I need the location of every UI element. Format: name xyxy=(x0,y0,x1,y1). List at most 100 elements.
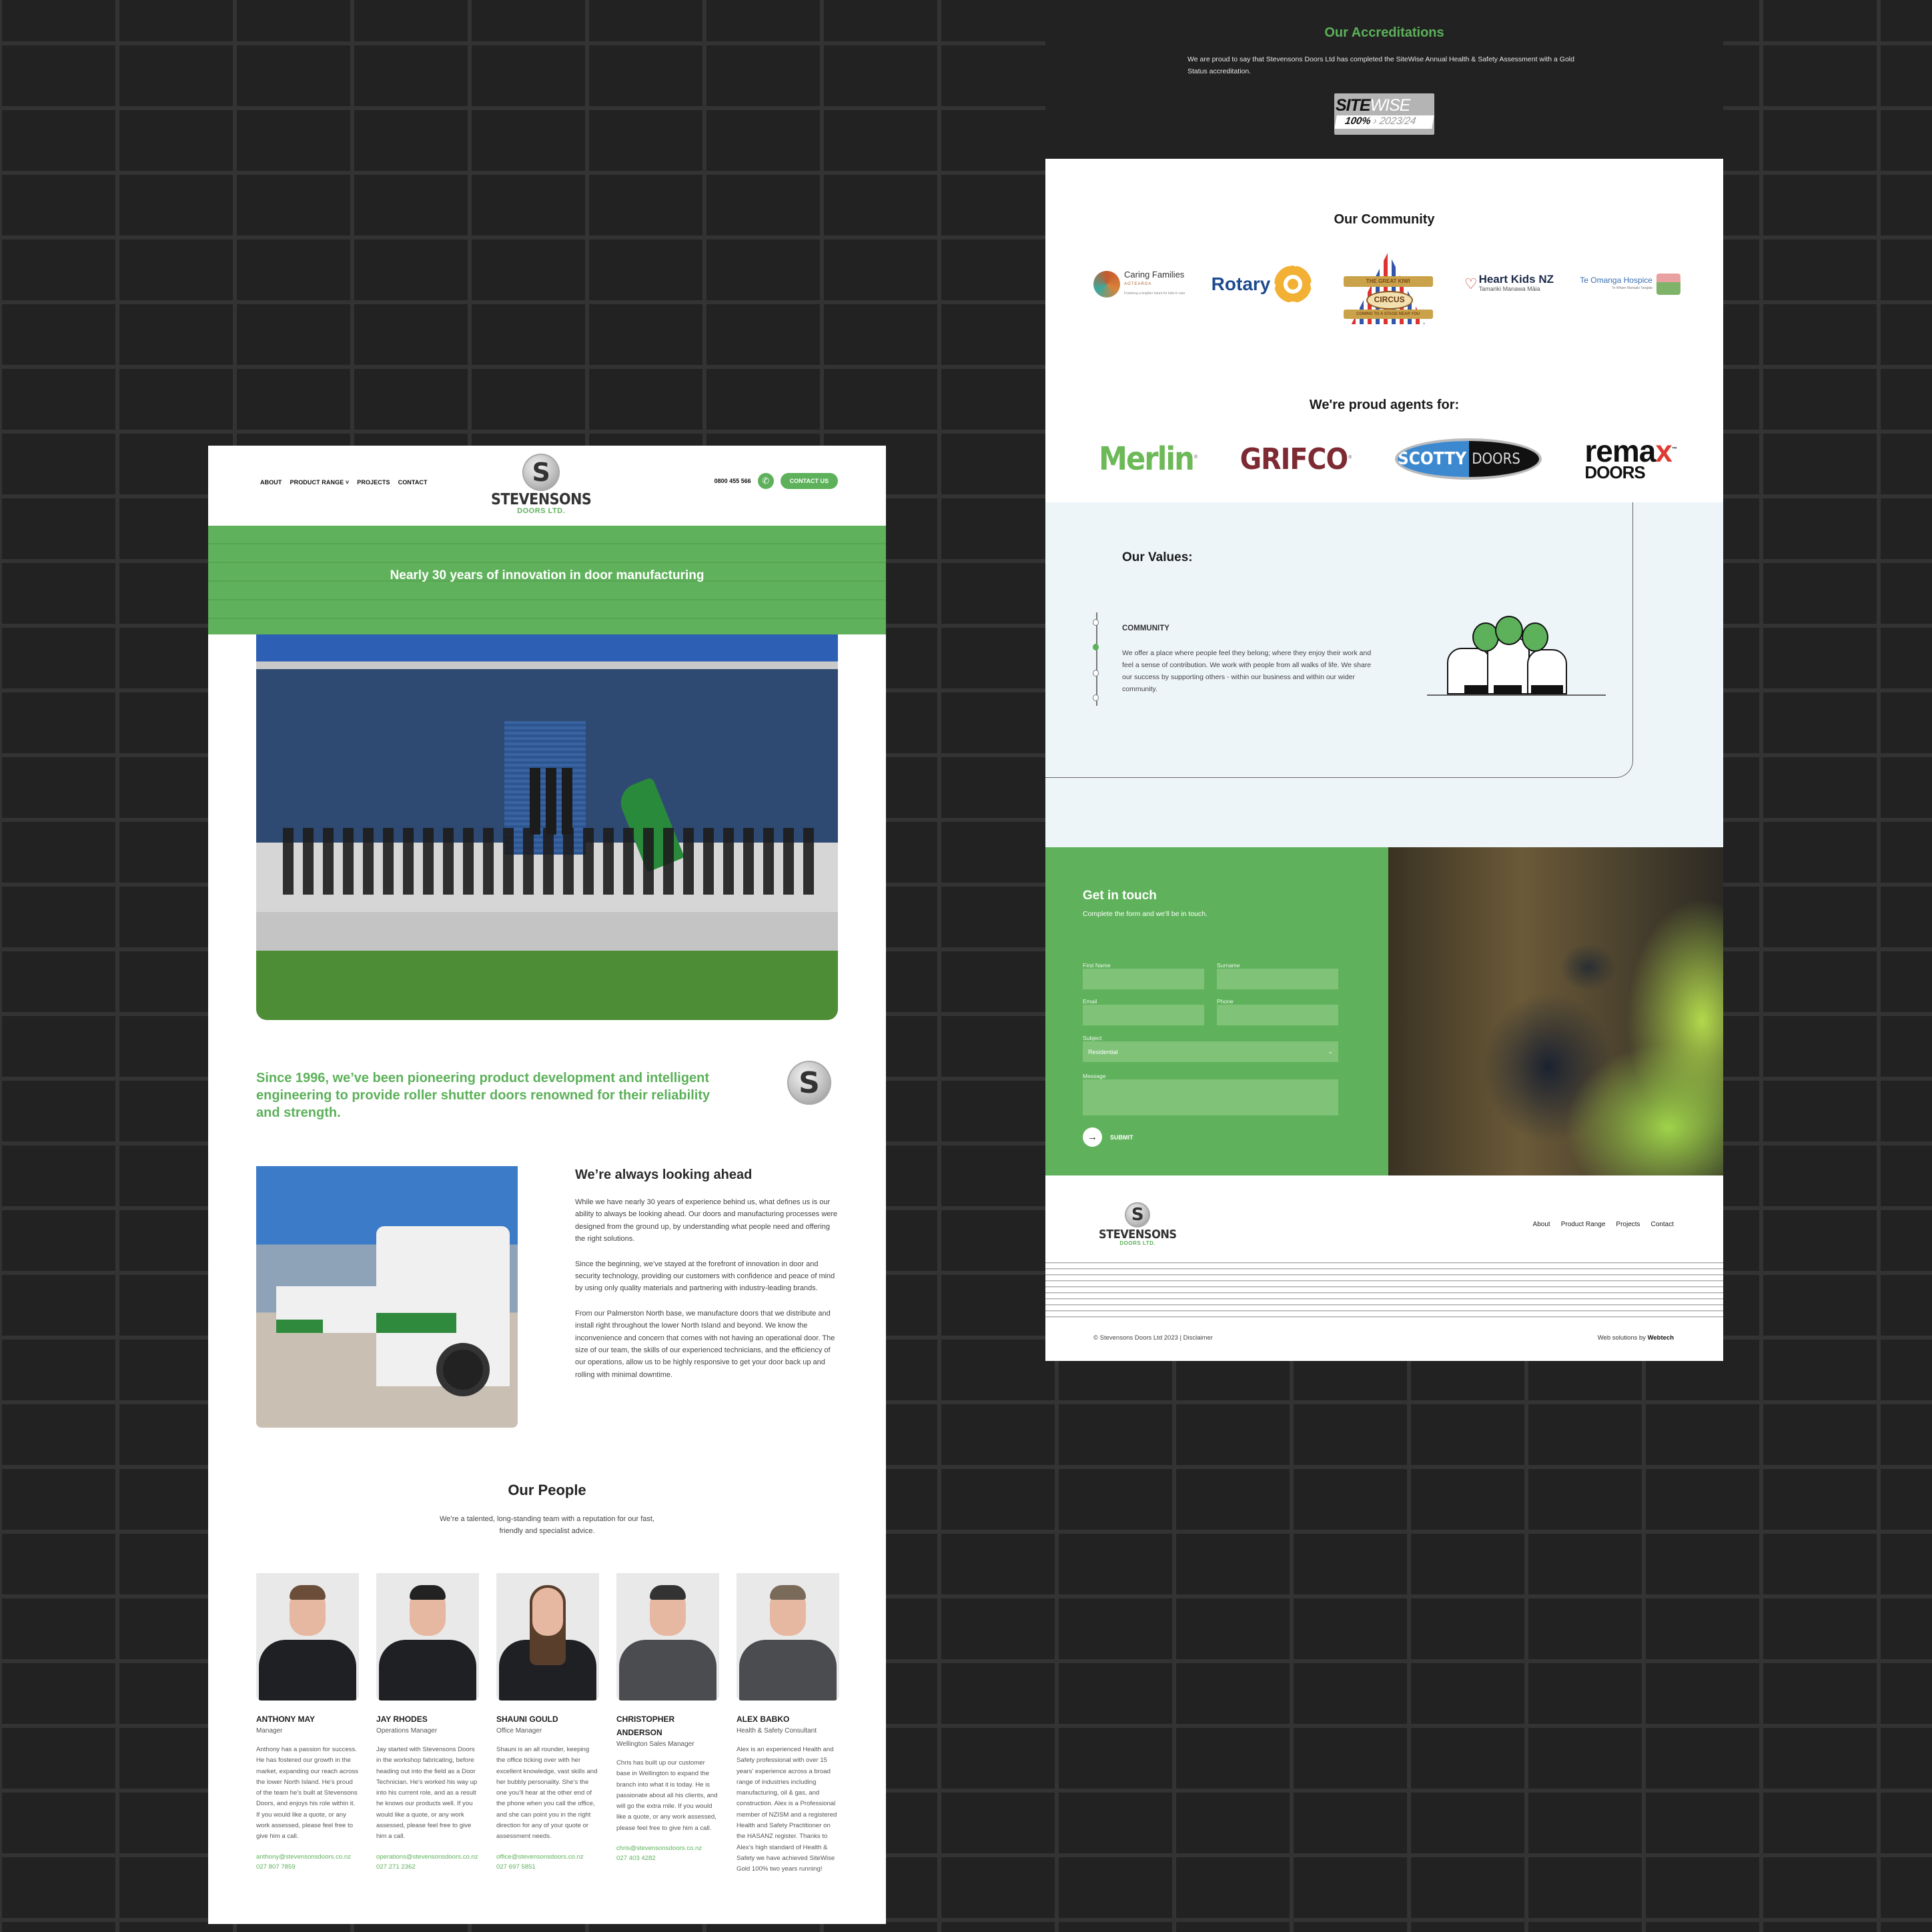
footer-decorative-lines xyxy=(1045,1262,1723,1318)
team-members-graphic xyxy=(530,768,576,835)
logo-subtitle: DOORS LTD. xyxy=(517,507,566,515)
te-omanga-hospice-logo[interactable]: Te Omanga Hospice Te Whare Manaaki Tanga… xyxy=(1580,274,1680,295)
person-phone-link[interactable]: 027 807 7859 xyxy=(256,1862,359,1872)
email-input[interactable] xyxy=(1083,1005,1204,1025)
about-page-right: Our Accreditations We are proud to say t… xyxy=(1045,0,1723,1361)
contact-title: Get in touch xyxy=(1083,889,1157,903)
logo-wordmark: STEVENSONS xyxy=(491,491,592,508)
nav-projects[interactable]: PROJECTS xyxy=(357,479,390,486)
phone-input[interactable] xyxy=(1217,1005,1338,1025)
about-page-left: ABOUT PRODUCT RANGE ˅ PROJECTS CONTACT S… xyxy=(208,446,886,1924)
logo-wordmark: STEVENSONS xyxy=(1099,1228,1177,1242)
credit-brand: Webtech xyxy=(1647,1334,1674,1342)
heart-kids-logo[interactable]: ♡ Heart Kids NZ Tamariki Manawa Māia xyxy=(1464,274,1554,294)
person-email-link[interactable]: operations@stevensonsdoors.co.nz xyxy=(376,1852,479,1862)
hospice-house-icon xyxy=(1656,274,1680,295)
timeline-step[interactable] xyxy=(1093,670,1099,676)
community-title: Our Community xyxy=(1334,212,1435,227)
contact-us-button[interactable]: CONTACT US xyxy=(780,473,838,489)
nav-about[interactable]: ABOUT xyxy=(260,479,282,486)
sitewise-badge: SITEWISE 100% › 2023/24 xyxy=(1334,93,1434,135)
person-phone-link[interactable]: 027 271 2362 xyxy=(376,1862,479,1872)
person-email-link[interactable]: office@stevensonsdoors.co.nz xyxy=(496,1852,599,1862)
person-name: ANTHONY MAY xyxy=(256,1715,316,1724)
footer-nav-projects[interactable]: Projects xyxy=(1616,1221,1640,1228)
looking-ahead-paragraph: Since the beginning, we’ve stayed at the… xyxy=(575,1260,835,1293)
te-omanga-sub: Te Whare Manaaki Tangata xyxy=(1612,286,1652,290)
person-card: CHRISTOPHER ANDERSON Wellington Sales Ma… xyxy=(616,1573,719,1875)
rotary-logo[interactable]: Rotary xyxy=(1212,266,1312,303)
person-portrait xyxy=(496,1573,599,1701)
footer-logo[interactable]: STEVENSONS DOORS LTD. xyxy=(1099,1202,1177,1246)
phone-icon[interactable]: ✆ xyxy=(757,473,774,489)
hero-title: Nearly 30 years of innovation in door ma… xyxy=(390,568,704,582)
first-name-input[interactable] xyxy=(1083,969,1204,989)
subject-select[interactable]: Residential ⌄ xyxy=(1083,1041,1338,1062)
submit-button[interactable]: → SUBMIT xyxy=(1083,1127,1133,1147)
header-actions: 0800 455 566 ✆ CONTACT US xyxy=(714,473,838,489)
nav-contact[interactable]: CONTACT xyxy=(398,479,428,486)
rotary-name: Rotary xyxy=(1211,274,1271,294)
caring-families-emblem-icon xyxy=(1093,271,1120,298)
person-portrait xyxy=(616,1573,719,1701)
person-name: JAY RHODES xyxy=(376,1715,428,1724)
looking-ahead-title: We’re always looking ahead xyxy=(575,1167,753,1182)
message-textarea[interactable] xyxy=(1083,1079,1338,1115)
person-name: ALEX BABKO xyxy=(737,1715,790,1724)
timeline-step-active[interactable] xyxy=(1093,644,1099,650)
person-role: Health & Safety Consultant xyxy=(737,1727,817,1735)
person-role: Office Manager xyxy=(496,1727,542,1735)
caring-families-text: Caring Families AOTEAROA Fostering a bri… xyxy=(1124,270,1185,298)
truck-stripe-graphic xyxy=(376,1313,456,1333)
trademark-mark: ™ xyxy=(1671,446,1677,452)
arrow-right-icon: → xyxy=(1083,1127,1102,1147)
site-logo[interactable]: STEVENSONS DOORS LTD. xyxy=(491,454,592,515)
submit-label: SUBMIT xyxy=(1110,1133,1133,1141)
logo-s-emblem-icon xyxy=(787,1061,831,1105)
te-omanga-name: Te Omanga Hospice xyxy=(1580,276,1652,285)
merlin-logo[interactable]: Merlin® xyxy=(1099,440,1198,478)
footer-credit[interactable]: Web solutions by Webtech xyxy=(1598,1334,1674,1342)
footer-nav-product-range[interactable]: Product Range xyxy=(1561,1221,1606,1228)
grifco-logo[interactable]: GRIFCO® xyxy=(1240,442,1353,476)
site-header: ABOUT PRODUCT RANGE ˅ PROJECTS CONTACT S… xyxy=(208,446,886,524)
scotty-doors-logo[interactable]: SCOTTY DOORS xyxy=(1394,438,1542,480)
person-email-link[interactable]: chris@stevensonsdoors.co.nz xyxy=(616,1843,719,1853)
person-portrait xyxy=(256,1573,359,1701)
person-portrait xyxy=(737,1573,839,1701)
caring-families-tagline: Fostering a brighter future for kids in … xyxy=(1124,292,1185,296)
person-card: ALEX BABKO Health & Safety Consultant Al… xyxy=(737,1573,839,1875)
heart-icon: ♡ xyxy=(1464,276,1478,292)
great-kiwi-circus-logo[interactable]: THE GREAT KIWI CIRCUS COMING TO A STAGE … xyxy=(1338,244,1438,324)
person-role: Wellington Sales Manager xyxy=(616,1741,694,1748)
site-footer: STEVENSONS DOORS LTD. About Product Rang… xyxy=(1045,1175,1723,1361)
person-name: SHAUNI GOULD xyxy=(496,1715,558,1724)
surname-input[interactable] xyxy=(1217,969,1338,989)
values-title: Our Values: xyxy=(1122,550,1193,564)
footer-copyright[interactable]: © Stevensons Doors Ltd 2023 | Disclaimer xyxy=(1093,1334,1213,1342)
person-bio: Alex is an experienced Health and Safety… xyxy=(737,1746,837,1873)
person-email-link[interactable]: anthony@stevensonsdoors.co.nz xyxy=(256,1852,359,1862)
phone-label: Phone xyxy=(1217,998,1234,1005)
nav-product-range[interactable]: PRODUCT RANGE ˅ xyxy=(290,479,350,486)
figure-legs xyxy=(1531,685,1563,694)
person-phone-link[interactable]: 027 403 4282 xyxy=(616,1853,719,1863)
person-phone-link[interactable]: 027 697 5851 xyxy=(496,1862,599,1872)
remax-doors-logo[interactable]: remax™ DOORS xyxy=(1584,436,1677,482)
remax-wordmark: remax™ xyxy=(1584,436,1677,466)
accreditations-text: We are proud to say that Stevensons Door… xyxy=(1187,55,1574,75)
timeline-step[interactable] xyxy=(1093,694,1099,701)
footer-nav-contact[interactable]: Contact xyxy=(1651,1221,1674,1228)
footer-nav-about[interactable]: About xyxy=(1533,1221,1550,1228)
looking-ahead-section: We’re always looking ahead While we have… xyxy=(575,1167,839,1394)
registered-mark: ® xyxy=(1193,454,1198,460)
sitewise-word2: WISE xyxy=(1370,96,1411,115)
caring-families-logo[interactable]: Caring Families AOTEAROA Fostering a bri… xyxy=(1093,270,1185,298)
person-card: JAY RHODES Operations Manager Jay starte… xyxy=(376,1573,479,1875)
main-nav: ABOUT PRODUCT RANGE ˅ PROJECTS CONTACT xyxy=(260,479,428,486)
header-phone-number[interactable]: 0800 455 566 xyxy=(714,478,751,484)
timeline-step[interactable] xyxy=(1093,619,1099,626)
community-section: Our Community Caring Families AOTEAROA F… xyxy=(1045,159,1723,502)
person-portrait xyxy=(376,1573,479,1701)
person-name: CHRISTOPHER ANDERSON xyxy=(616,1715,675,1737)
